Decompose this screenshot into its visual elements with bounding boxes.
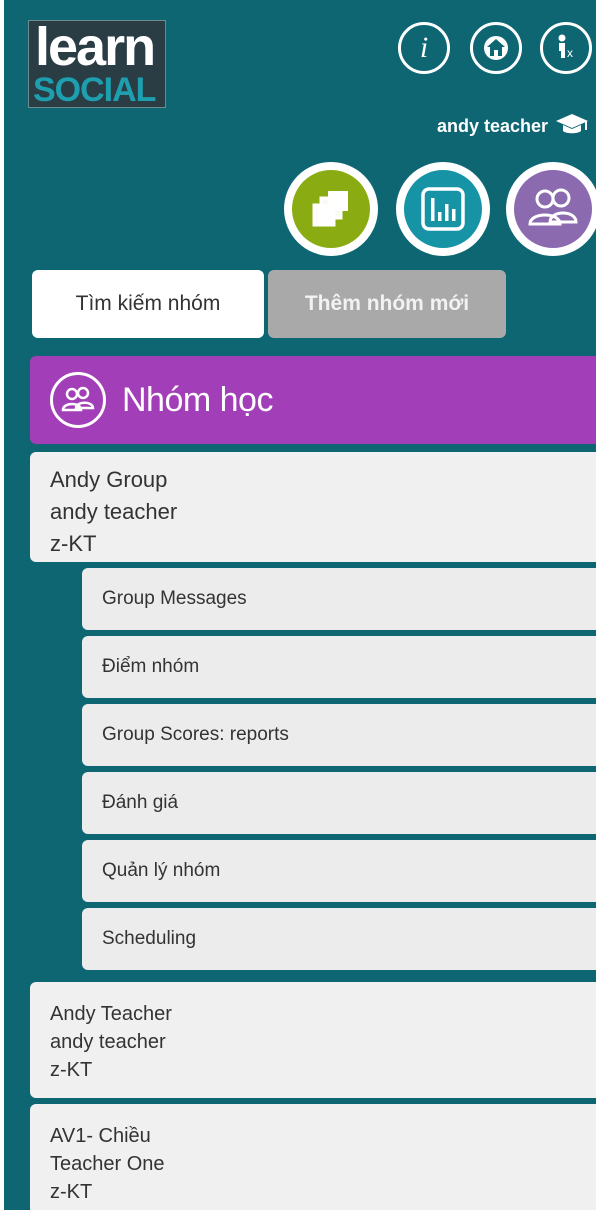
app-panel: learn SOCIAL i x andy teacher Tìm kiếm n… (4, 0, 596, 1210)
group-teacher: andy teacher (50, 1031, 166, 1053)
group-card[interactable]: Andy Group andy teacher z-KT (30, 452, 596, 562)
tab-search-groups[interactable]: Tìm kiếm nhóm (32, 270, 264, 338)
info-icon[interactable]: i (398, 22, 450, 74)
group-card[interactable]: Andy Teacher andy teacher z-KT (30, 982, 596, 1098)
group-name: Andy Group (50, 467, 168, 492)
accessibility-icon[interactable]: x (540, 22, 592, 74)
reports-icon (404, 170, 482, 248)
group-teacher: andy teacher (50, 499, 178, 524)
group-code: z-KT (50, 531, 97, 556)
group-card[interactable]: AV1- Chiều Teacher One z-KT (30, 1104, 596, 1210)
group-name: AV1- Chiều (50, 1125, 151, 1147)
menu-item-assessment[interactable]: Đánh giá (82, 772, 596, 834)
group-teacher: Teacher One (50, 1153, 165, 1175)
menu-item-group-messages[interactable]: Group Messages (82, 568, 596, 630)
menu-item-scheduling[interactable]: Scheduling (82, 908, 596, 970)
tab-add-group[interactable]: Thêm nhóm mới (268, 270, 506, 338)
group-code: z-KT (50, 1059, 93, 1081)
home-icon[interactable] (470, 22, 522, 74)
username-label: andy teacher (436, 116, 548, 136)
section-title: Nhóm học (122, 380, 273, 419)
groups-icon (514, 170, 592, 248)
learnsocial-logo[interactable]: learn SOCIAL (28, 17, 166, 109)
graduation-cap-icon (554, 112, 590, 141)
section-header: Nhóm học (30, 356, 596, 444)
logo-social: SOCIAL (33, 71, 156, 109)
menu-item-group-grades[interactable]: Điểm nhóm (82, 636, 596, 698)
group-code: z-KT (50, 1181, 93, 1203)
courses-button[interactable] (284, 162, 378, 256)
groups-icon (50, 372, 106, 428)
reports-button[interactable] (396, 162, 490, 256)
courses-icon (292, 170, 370, 248)
groups-button[interactable] (506, 162, 596, 256)
menu-item-group-score-reports[interactable]: Group Scores: reports (82, 704, 596, 766)
user-info[interactable]: andy teacher (437, 112, 590, 141)
logo-learn: learn (35, 17, 156, 77)
menu-item-group-management[interactable]: Quản lý nhóm (82, 840, 596, 902)
svg-text:x: x (567, 46, 573, 60)
group-name: Andy Teacher (50, 1003, 172, 1025)
